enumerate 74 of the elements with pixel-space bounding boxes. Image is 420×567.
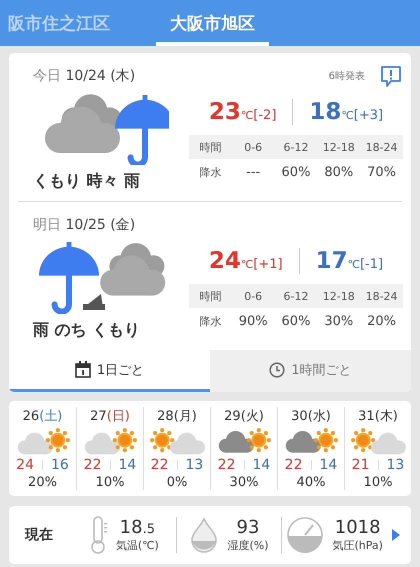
reading-label: 気圧(hPa) (332, 538, 383, 553)
table-cell-text: 30% (323, 314, 354, 329)
table-cell-text: 18-24 (364, 290, 399, 302)
table-cell-text: 12-18 (322, 140, 356, 154)
table-cell-text: 降水 (198, 165, 222, 180)
high-temperature: 22 (284, 457, 302, 473)
table-cell-text: 18-24 (364, 140, 399, 154)
high-temperature: 23℃[-2] (208, 99, 276, 125)
clock-icon (269, 362, 286, 378)
reading-value: 93 (236, 517, 260, 538)
table-cell-text: 70% (366, 165, 398, 180)
water-drop-icon (189, 517, 220, 553)
high-temperature: 22 (84, 457, 102, 473)
high-temperature: 22 (150, 457, 168, 473)
table-cell-text: 0-6 (243, 140, 264, 154)
table-cell-text: 降水 (198, 314, 222, 329)
reading-label: 湿度(%) (227, 538, 269, 553)
current-label: 現在 (25, 526, 54, 544)
weather-condition: くもり 時々 雨 (33, 171, 140, 192)
table-cell-text: 80% (323, 165, 354, 180)
high-temperature: 22 (218, 457, 236, 473)
table-cell-text: 6-12 (282, 140, 310, 154)
calendar-icon (74, 361, 91, 378)
weather-icon (283, 427, 339, 455)
rain-chance: 0% (166, 475, 188, 490)
day-label: 31(木) (358, 408, 398, 425)
announce-time: 6時発表 (328, 70, 365, 83)
table-cell-text: 20% (366, 314, 398, 329)
rain-chance: 20% (28, 475, 57, 490)
day-label: 29(火) (224, 408, 264, 425)
rain-chance: 40% (296, 475, 326, 490)
rain-chance: 10% (96, 475, 124, 490)
gauge-icon (286, 516, 324, 554)
table-cell-text: 90% (238, 314, 269, 329)
reading-value: 18.5 (120, 517, 155, 538)
alert-icon (379, 64, 403, 88)
low-temperature: 16 (51, 457, 69, 473)
high-temperature: 24℃[+1] (208, 248, 283, 274)
view-tab[interactable]: 1時間ごと (210, 350, 411, 392)
low-temperature: 18℃[+3] (309, 99, 384, 125)
reading-value: 1018 (334, 517, 381, 538)
table-cell-text: 時間 (198, 288, 222, 304)
low-temperature: 14 (320, 457, 338, 473)
location-tab[interactable]: 大阪市旭区 (156, 0, 269, 46)
location-tab[interactable]: 阪市住之江区 (0, 0, 150, 46)
weather-icon (216, 427, 272, 455)
low-temperature: 13 (186, 457, 204, 473)
table-cell-text: 0-6 (243, 290, 264, 302)
table-cell-text: 6-12 (282, 290, 310, 302)
day-label: 27(日) (90, 408, 130, 425)
weather-icon (350, 427, 406, 455)
day-label: 30(水) (291, 408, 331, 425)
weather-condition: 雨 のち くもり (33, 320, 140, 341)
date-label: 明日 10/25 (金) (33, 216, 136, 234)
low-temperature: 14 (252, 457, 270, 473)
weather-icon (149, 427, 205, 455)
weather-icon (82, 427, 138, 455)
high-temperature: 24 (16, 457, 34, 473)
rain-chance: 30% (230, 475, 258, 490)
date-label: 今日 10/24 (木) (33, 67, 136, 85)
rain-chance: 10% (364, 475, 392, 490)
table-cell-text: 60% (280, 165, 312, 180)
low-temperature: 14 (118, 457, 136, 473)
table-cell-text: 12-18 (322, 290, 356, 302)
low-temperature: 17℃[-1] (316, 248, 384, 274)
day-label: 28(月) (157, 408, 197, 425)
table-cell-text: 時間 (198, 140, 222, 154)
reading-label: 気温(℃) (116, 538, 159, 553)
play-icon[interactable] (391, 528, 402, 542)
high-temperature: 21 (352, 457, 370, 473)
low-temperature: 13 (386, 457, 404, 473)
table-cell-text: --- (245, 165, 262, 180)
table-cell-text: 60% (280, 314, 312, 329)
day-label: 26(土) (22, 408, 62, 425)
